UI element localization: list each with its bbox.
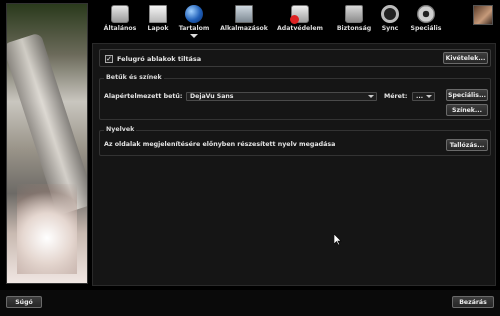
tabs-icon [149, 5, 167, 23]
sync-icon [381, 5, 399, 23]
tab-content[interactable]: Tartalom [172, 2, 216, 38]
tab-advanced-label: Speciális [410, 25, 442, 32]
tab-sync-label: Sync [381, 25, 399, 32]
preferences-toolbar: Általános Lapok Tartalom Alkalmazások Ad… [96, 2, 466, 42]
fonts-colors-group: Betűk és színek Alapértelmezett betű: De… [99, 74, 491, 120]
font-size-select[interactable]: ... [412, 92, 435, 101]
applications-icon [235, 5, 253, 23]
tab-privacy-label: Adatvédelem [277, 25, 323, 32]
image-glow [17, 184, 77, 274]
avatar [473, 5, 493, 25]
close-button[interactable]: Bezárás [452, 296, 494, 308]
languages-group: Nyelvek Az oldalak megjelenítésére előny… [99, 126, 491, 156]
sidebar-image [6, 3, 88, 284]
tab-security-label: Biztonság [336, 25, 372, 32]
choose-languages-button[interactable]: Tallózás... [446, 139, 488, 151]
active-tab-indicator-icon [190, 34, 198, 38]
default-font-select[interactable]: DejaVu Sans [186, 92, 377, 101]
tab-applications[interactable]: Alkalmazások [220, 2, 268, 32]
help-button[interactable]: Súgó [6, 296, 42, 308]
content-panel: ✓ Felugró ablakok tiltása Kivételek... B… [92, 43, 496, 286]
advanced-gear-icon [417, 5, 435, 23]
security-lock-icon [345, 5, 363, 23]
advanced-fonts-button[interactable]: Speciális... [446, 89, 488, 101]
tab-general-label: Általános [103, 25, 137, 32]
default-font-label: Alapértelmezett betű: [104, 93, 183, 100]
colors-button[interactable]: Színek... [446, 104, 488, 116]
general-icon [111, 5, 129, 23]
tab-applications-label: Alkalmazások [220, 25, 268, 32]
content-globe-icon [185, 5, 203, 23]
dialog-footer: Súgó Bezárás [0, 290, 500, 316]
font-size-label: Méret: [384, 93, 408, 100]
block-popups-checkbox[interactable]: ✓ [105, 55, 113, 63]
languages-description: Az oldalak megjelenítésére előnyben rész… [104, 141, 336, 148]
block-popups-label: Felugró ablakok tiltása [117, 55, 202, 63]
privacy-icon [290, 5, 309, 24]
exceptions-button[interactable]: Kivételek... [443, 52, 488, 64]
popup-block-row: ✓ Felugró ablakok tiltása Kivételek... [99, 49, 491, 67]
tab-tabs-label: Lapok [147, 25, 169, 32]
font-size-value: ... [416, 93, 424, 100]
tab-privacy[interactable]: Adatvédelem [277, 2, 323, 32]
chevron-down-icon [426, 95, 432, 98]
default-font-value: DejaVu Sans [190, 93, 234, 100]
mouse-cursor-icon [334, 234, 342, 246]
fonts-colors-title: Betűk és színek [104, 74, 164, 81]
chevron-down-icon [368, 95, 374, 98]
languages-title: Nyelvek [104, 126, 137, 133]
tab-content-label: Tartalom [178, 25, 210, 32]
tab-advanced[interactable]: Speciális [404, 2, 448, 32]
